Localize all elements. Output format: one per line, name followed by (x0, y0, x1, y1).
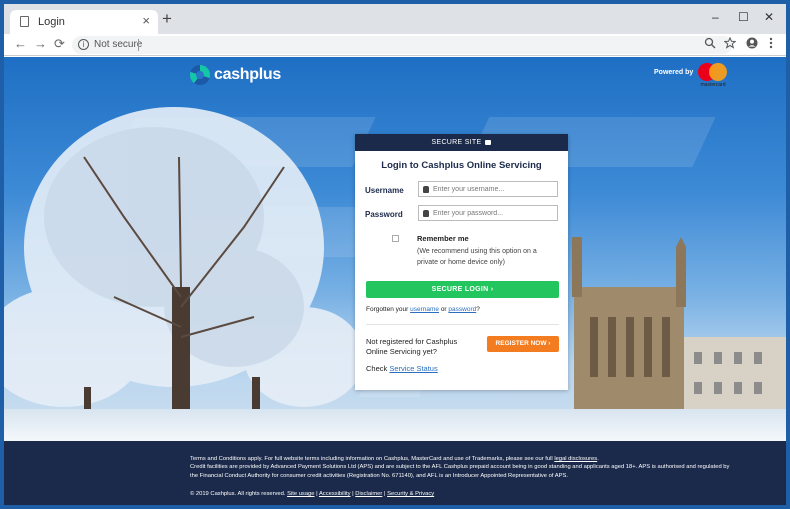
mastercard-logo: mastercard (696, 61, 730, 91)
padlock-icon (423, 210, 429, 217)
bookmark-star-icon[interactable] (724, 37, 736, 49)
logo-text: cashplus (214, 66, 281, 83)
legal-disclosures-link[interactable]: legal disclosures (554, 456, 597, 462)
tab-close-icon[interactable]: × (142, 13, 150, 28)
footer-credit-text: Credit facilities are provided by Advanc… (190, 464, 730, 479)
browser-tab[interactable]: Login × (10, 10, 158, 34)
security-status[interactable]: Not secure (94, 39, 142, 50)
remember-me-note: (We recommend using this option on a pri… (417, 248, 537, 266)
hero-background: cashplus Powered by mastercard SECURE SI… (4, 57, 786, 441)
reload-icon[interactable]: ⟳ (54, 37, 65, 51)
remember-me-checkbox[interactable] (392, 235, 399, 242)
omnibox-divider (138, 39, 139, 51)
disclaimer-link[interactable]: Disclaimer (355, 491, 382, 497)
new-tab-button[interactable]: + (162, 10, 172, 28)
browser-window: Login × + – ☐ ✕ ← → ⟳ i Not secure cashp… (4, 4, 786, 505)
lock-icon (485, 140, 492, 145)
service-status-link[interactable]: Service Status (389, 364, 437, 373)
register-now-button[interactable]: REGISTER NOW › (487, 336, 559, 352)
web-page: cashplus Powered by mastercard SECURE SI… (4, 57, 786, 505)
username-field-wrapper (418, 181, 558, 197)
forward-icon[interactable]: → (34, 37, 47, 51)
zoom-icon[interactable] (704, 37, 716, 49)
secure-login-label: SECURE LOGIN (431, 286, 489, 293)
chevron-right-icon: › (548, 340, 551, 347)
not-registered-text: Not registered for Cashplus Online Servi… (366, 337, 458, 356)
footer-copyright: © 2019 Cashplus. All rights reserved. Si… (190, 491, 435, 497)
password-input[interactable] (433, 207, 555, 219)
tab-title: Login (38, 16, 65, 28)
address-bar[interactable]: i Not secure (72, 36, 732, 54)
page-footer: Terms and Conditions apply. For full web… (4, 441, 786, 505)
forgot-username-link[interactable]: username (410, 306, 439, 313)
service-status-line: Check Service Status (366, 364, 438, 373)
chevron-right-icon: › (490, 286, 494, 293)
mastercard-text: mastercard (700, 82, 726, 88)
secure-site-header: SECURE SITE (355, 134, 568, 151)
menu-kebab-icon[interactable] (768, 37, 774, 49)
browser-toolbar: ← → ⟳ i Not secure (4, 34, 786, 56)
username-label: Username (365, 186, 404, 195)
password-label: Password (365, 210, 403, 219)
footer-legal-text: Terms and Conditions apply. For full web… (190, 456, 730, 479)
close-window-icon[interactable]: ✕ (764, 10, 774, 24)
card-divider (366, 324, 559, 325)
register-now-label: REGISTER NOW (495, 340, 547, 347)
secure-login-button[interactable]: SECURE LOGIN › (366, 281, 559, 298)
maximize-icon[interactable]: ☐ (738, 10, 749, 24)
cashplus-logo-mark (190, 65, 210, 85)
powered-by-label: Powered by (654, 69, 694, 76)
title-bar: Login × + – ☐ ✕ (4, 4, 786, 34)
minimize-icon[interactable]: – (712, 10, 719, 24)
account-icon[interactable] (746, 37, 758, 49)
document-icon (20, 16, 29, 27)
back-icon[interactable]: ← (14, 37, 27, 51)
remember-me-label[interactable]: Remember me (417, 234, 469, 243)
password-field-wrapper (418, 205, 558, 221)
security-privacy-link[interactable]: Security & Privacy (387, 491, 434, 497)
secure-site-label: SECURE SITE (431, 139, 482, 146)
snowy-tree-illustration (4, 107, 364, 441)
forgot-credentials: Forgotten your username or password? (366, 306, 480, 313)
snow-ground (4, 409, 786, 441)
user-icon (423, 186, 429, 193)
login-title: Login to Cashplus Online Servicing (381, 160, 542, 171)
info-icon[interactable]: i (78, 39, 89, 50)
site-usage-link[interactable]: Site usage (287, 491, 314, 497)
forgot-password-link[interactable]: password (448, 306, 476, 313)
login-card: SECURE SITE Login to Cashplus Online Ser… (355, 134, 568, 390)
username-input[interactable] (433, 183, 555, 195)
accessibility-link[interactable]: Accessibility (319, 491, 351, 497)
